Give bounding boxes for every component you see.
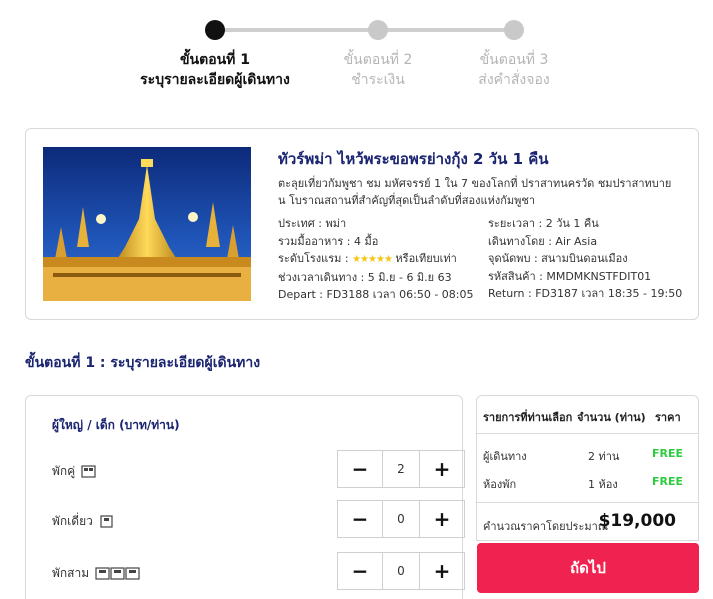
summary-item: ห้องพัก (483, 478, 517, 491)
decrement-button[interactable]: − (338, 451, 382, 487)
room-row-double: พักคู่ − 2 + (52, 450, 465, 490)
stepper-line-1 (215, 28, 378, 32)
tour-hotel: ระดับโรงแรม : ★★★★★ หรือเทียบเท่า (278, 250, 488, 269)
summary-qty: 2 ท่าน (588, 450, 620, 463)
room-label-triple: พักสาม (52, 564, 141, 583)
step-1-label: ระบุรายละเอียดผู้เดินทาง (140, 72, 290, 88)
price-summary: รายการที่ท่านเลือก จำนวน (ท่าน) ราคา ผู้… (476, 395, 699, 541)
increment-button[interactable]: + (420, 553, 464, 589)
total-label: คำนวณราคาโดยประมาณ (483, 520, 608, 533)
double-bed-icon (81, 465, 96, 478)
quantity-stepper-single: − 0 + (337, 500, 465, 538)
summary-row-rooms: ห้องพัก 1 ห้อง FREE (477, 468, 698, 496)
summary-col-qty: จำนวน (ท่าน) (577, 411, 646, 424)
next-button[interactable]: ถัดไป (477, 543, 699, 593)
tour-image (43, 147, 251, 301)
quantity-stepper-triple: − 0 + (337, 552, 465, 590)
tour-details-left: ประเทศ : พม่า รวมมื้ออาหาร : 4 มื้อ ระดั… (278, 215, 488, 304)
decrement-button[interactable]: − (338, 553, 382, 589)
tour-product-code: รหัสสินค้า : MMDMKNSTFDIT01 (488, 269, 652, 283)
summary-price: FREE (652, 447, 684, 460)
step-1-number: ขั้นตอนที่ 1 (179, 52, 251, 68)
step-3-dot (504, 20, 524, 40)
step-1-text: ขั้นตอนที่ 1 ระบุรายละเอียดผู้เดินทาง (130, 50, 300, 90)
room-selection-box: ผู้ใหญ่ / เด็ก (บาท/ท่าน) พักคู่ − 2 + พ… (25, 395, 465, 599)
summary-qty: 1 ห้อง (588, 478, 618, 491)
room-label-single: พักเดี่ยว (52, 512, 114, 531)
step-3-number: ขั้นตอนที่ 3 (479, 52, 549, 68)
tour-description: ตะลุยเที่ยวกัมพูชา ชม มหัศจรรย์ 1 ใน 7 ข… (278, 177, 672, 207)
quantity-value[interactable]: 0 (382, 501, 420, 537)
single-bed-icon (100, 515, 113, 528)
summary-header: รายการที่ท่านเลือก จำนวน (ท่าน) ราคา (477, 396, 698, 434)
increment-button[interactable]: + (420, 451, 464, 487)
summary-price: FREE (652, 475, 684, 488)
progress-stepper: ขั้นตอนที่ 1 ระบุรายละเอียดผู้เดินทาง ขั… (0, 18, 713, 98)
step-3-label: ส่งคำสั่งจอง (478, 72, 550, 88)
tour-details-right: ระยะเวลา : 2 วัน 1 คืน เดินทางโดย : Air … (488, 215, 688, 303)
room-row-triple: พักสาม − 0 + (52, 552, 465, 592)
hotel-stars-icon: ★★★★★ (352, 254, 393, 265)
summary-item: ผู้เดินทาง (483, 450, 527, 463)
summary-row-travelers: ผู้เดินทาง 2 ท่าน FREE (477, 440, 698, 468)
tour-period: ช่วงเวลาเดินทาง : 5 มิ.ย - 6 มิ.ย 63 (278, 270, 452, 284)
section-heading: ขั้นตอนที่ 1 : ระบุรายละเอียดผู้เดินทาง (25, 355, 261, 371)
tour-title: ทัวร์พม่า ไหว้พระขอพรย่างกุ้ง 2 วัน 1 คื… (278, 150, 549, 168)
summary-total: คำนวณราคาโดยประมาณ $19,000 (477, 502, 698, 542)
room-row-single: พักเดี่ยว − 0 + (52, 500, 465, 540)
summary-col-item: รายการที่ท่านเลือก (483, 411, 573, 424)
decrement-button[interactable]: − (338, 501, 382, 537)
total-amount: $19,000 (598, 511, 676, 531)
tour-return: Return : FD3187 เวลา 18:35 - 19:50 (488, 287, 683, 300)
step-3-text: ขั้นตอนที่ 3 ส่งคำสั่งจอง (429, 50, 599, 90)
room-name: พักคู่ (52, 464, 76, 478)
tour-duration: ระยะเวลา : 2 วัน 1 คืน (488, 217, 599, 230)
quantity-stepper-double: − 2 + (337, 450, 465, 488)
tour-country: ประเทศ : พม่า (278, 217, 347, 230)
tour-summary-card: ทัวร์พม่า ไหว้พระขอพรย่างกุ้ง 2 วัน 1 คื… (25, 128, 699, 320)
stepper-line-2 (378, 28, 514, 32)
tour-meeting-point: จุดนัดพบ : สนามบินดอนเมือง (488, 252, 628, 265)
room-label-double: พักคู่ (52, 462, 96, 481)
hotel-suffix: หรือเทียบเท่า (395, 252, 457, 265)
step-1-dot (205, 20, 225, 40)
room-name: พักเดี่ยว (52, 514, 93, 528)
hotel-label: ระดับโรงแรม : (278, 252, 349, 265)
tour-airline: เดินทางโดย : Air Asia (488, 234, 598, 248)
summary-col-price: ราคา (655, 411, 681, 424)
room-header: ผู้ใหญ่ / เด็ก (บาท/ท่าน) (52, 418, 180, 432)
room-name: พักสาม (52, 566, 90, 580)
quantity-value[interactable]: 0 (382, 553, 420, 589)
tour-depart: Depart : FD3188 เวลา 06:50 - 08:05 (278, 288, 474, 301)
quantity-value[interactable]: 2 (382, 451, 420, 487)
increment-button[interactable]: + (420, 501, 464, 537)
triple-bed-icon (95, 567, 140, 580)
tour-meals: รวมมื้ออาหาร : 4 มื้อ (278, 234, 379, 248)
step-2-dot (368, 20, 388, 40)
